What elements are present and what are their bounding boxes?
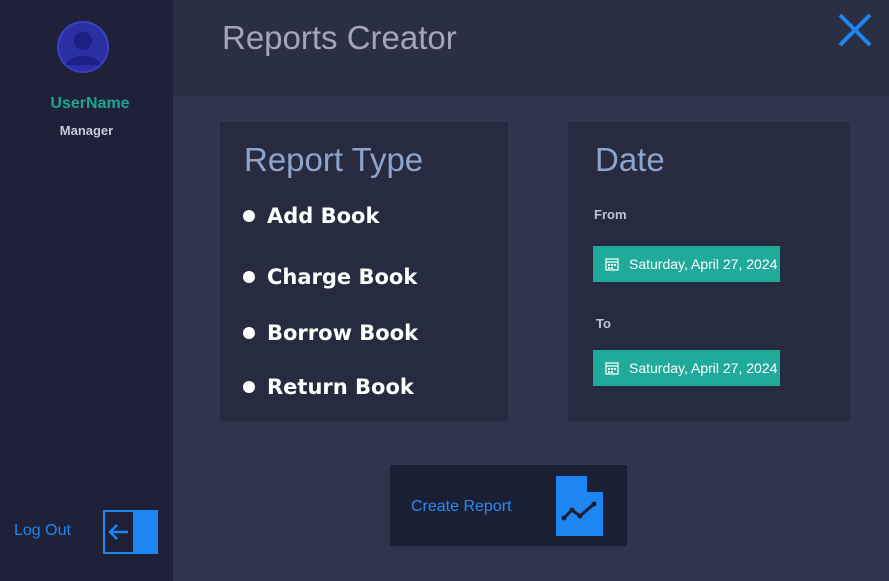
to-date-value: Saturday, April 27, 2024 [629,360,778,376]
report-chart-icon [556,476,603,536]
radio-charge-book[interactable]: Charge Book [243,265,417,289]
from-date-value: Saturday, April 27, 2024 [629,256,778,272]
radio-add-book[interactable]: Add Book [243,204,379,228]
radio-borrow-book[interactable]: Borrow Book [243,321,418,345]
radio-dot[interactable] [243,210,255,222]
sidebar: UserName Manager Log Out [0,0,173,581]
to-label: To [596,316,611,331]
calendar-icon [605,362,619,375]
radio-return-book[interactable]: Return Book [243,375,414,399]
calendar-icon [605,258,619,271]
radio-label: Charge Book [267,265,418,289]
create-report-button[interactable]: Create Report [390,465,627,546]
user-role: Manager [59,123,114,138]
report-type-heading: Report Type [244,141,424,178]
logout-arrow-icon[interactable] [102,509,159,555]
username: UserName [50,95,130,112]
date-heading: Date [595,141,665,178]
create-report-label: Create Report [411,498,512,515]
page-title: Reports Creator [222,19,457,56]
radio-dot[interactable] [243,271,255,283]
radio-dot[interactable] [243,327,255,339]
logout-label[interactable]: Log Out [14,522,71,540]
radio-dot[interactable] [243,381,255,393]
radio-label: Return Book [267,375,414,399]
radio-label: Borrow Book [267,321,419,345]
radio-label: Add Book [267,204,380,228]
close-icon[interactable] [835,10,875,50]
to-date-picker[interactable]: Saturday, April 27, 2024 [593,350,780,386]
user-avatar-icon [57,21,109,73]
from-label: From [594,207,627,222]
from-date-picker[interactable]: Saturday, April 27, 2024 [593,246,780,282]
